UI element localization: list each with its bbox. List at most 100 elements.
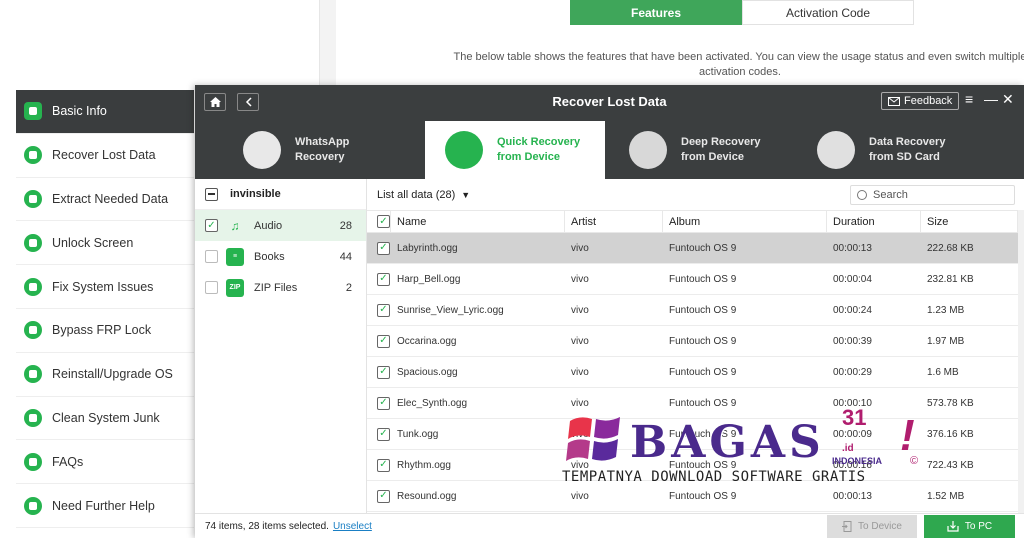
cell-artist: vivo [571, 304, 589, 316]
search-input[interactable]: Search [850, 185, 1015, 205]
sidebar-item[interactable]: Basic Info [16, 90, 194, 134]
category-count: 2 [345, 281, 352, 294]
cell-album: Funtouch OS 9 [669, 397, 737, 409]
sidebar-item[interactable]: Reinstall/Upgrade OS [16, 353, 194, 397]
row-checkbox[interactable]: ✓ [377, 396, 390, 410]
menu-icon[interactable]: ≡ [965, 91, 973, 107]
category-header-checkbox[interactable] [205, 187, 218, 201]
cell-duration: 00:00:39 [833, 335, 872, 347]
category-list: ✓ ♫ Audio 28 ≡ Books 44 ZIP ZIP Files 2 [195, 210, 366, 303]
close-icon[interactable]: ✕ [1002, 91, 1014, 108]
table-row[interactable]: ✓ Tunk.ogg vivo Funtouch OS 9 00:00:09 376.16… [367, 419, 1018, 450]
sidebar-item[interactable]: FAQs [16, 440, 194, 485]
book-icon: ≡ [226, 247, 244, 266]
table-row[interactable]: ✓ Harp_Bell.ogg vivo Funtouch OS 9 00:00:04 2… [367, 264, 1018, 295]
cell-name: Tunk.ogg [397, 428, 439, 440]
cell-duration: 00:00:09 [833, 428, 872, 440]
mode-label: WhatsApp Recovery [295, 135, 349, 165]
sidebar-item[interactable]: Need Further Help [16, 484, 194, 528]
row-checkbox[interactable]: ✓ [377, 365, 390, 379]
mode-tab[interactable]: Data Recovery from SD Card [797, 121, 977, 179]
to-device-button[interactable]: To Device [827, 515, 917, 538]
mode-line1: Deep Recovery [681, 136, 761, 148]
row-checkbox[interactable]: ✓ [377, 458, 390, 472]
sidebar-item-label: Recover Lost Data [52, 148, 156, 163]
minimize-icon[interactable]: — [984, 91, 998, 107]
sidebar-item[interactable]: Recover Lost Data [16, 134, 194, 178]
category-checkbox[interactable] [205, 250, 218, 263]
cell-artist: vivo [571, 428, 589, 440]
wrench-icon [24, 277, 42, 296]
mode-line2: from Device [497, 151, 560, 163]
sidebar-item-label: Bypass FRP Lock [52, 323, 152, 338]
row-checkbox[interactable]: ✓ [377, 303, 390, 317]
category-checkbox[interactable]: ✓ [205, 219, 218, 232]
cell-duration: 00:00:13 [833, 242, 872, 254]
row-select-cell: ✓ [367, 272, 391, 286]
category-item[interactable]: ✓ ♫ Audio 28 [195, 210, 366, 241]
row-checkbox[interactable]: ✓ [377, 272, 390, 286]
category-item[interactable]: ZIP ZIP Files 2 [195, 272, 366, 303]
table-row[interactable]: ✓ Rhythm.ogg vivo Funtouch OS 9 00:00:16 722.… [367, 450, 1018, 481]
mode-tab[interactable]: WhatsApp Recovery [223, 121, 403, 179]
sidebar-item-label: Extract Needed Data [52, 191, 169, 206]
sidebar-item[interactable]: Extract Needed Data [16, 178, 194, 222]
cell-album: Funtouch OS 9 [669, 366, 737, 378]
export-pc-icon [947, 521, 959, 532]
column-size[interactable]: Size [921, 210, 1018, 233]
table-row[interactable]: ✓ Resound.ogg vivo Funtouch OS 9 00:00:13 1.5… [367, 481, 1018, 512]
feedback-label: Feedback [904, 95, 953, 107]
mode-tab[interactable]: Quick Recovery from Device [425, 121, 605, 179]
mode-line2: from Device [681, 151, 744, 163]
cell-album: Funtouch OS 9 [669, 335, 737, 347]
feedback-button[interactable]: Feedback [881, 92, 960, 110]
row-checkbox[interactable]: ✓ [377, 241, 390, 255]
quick-recovery-icon [445, 131, 483, 169]
recover-window: Recover Lost Data Feedback ≡ — ✕ WhatsAp… [195, 85, 1024, 538]
export-device-icon [842, 521, 852, 532]
sidebar-item-label: Unlock Screen [52, 235, 134, 250]
category-panel: invinsible ✓ ♫ Audio 28 ≡ Books 44 ZIP ZIP Files… [195, 179, 367, 513]
table-row[interactable]: ✓ Elec_Synth.ogg vivo Funtouch OS 9 00:00:10… [367, 388, 1018, 419]
cell-album: Funtouch OS 9 [669, 459, 737, 471]
description-line-2: activation codes. [699, 66, 781, 78]
row-select-cell: ✓ [367, 489, 391, 503]
cell-album: Funtouch OS 9 [669, 242, 737, 254]
table-row[interactable]: ✓ Spacious.ogg vivo Funtouch OS 9 00:00:29 1.… [367, 357, 1018, 388]
row-checkbox[interactable]: ✓ [377, 334, 390, 348]
sidebar-item-label: Need Further Help [52, 498, 155, 513]
table-row[interactable]: ✓ Labyrinth.ogg vivo Funtouch OS 9 00:00:13 2… [367, 233, 1018, 264]
vertical-scrollbar[interactable] [1018, 210, 1024, 513]
select-all-checkbox[interactable]: ✓ [377, 215, 390, 228]
tab-features[interactable]: Features [570, 0, 742, 25]
mode-tab[interactable]: Deep Recovery from Device [609, 121, 789, 179]
broom-icon [24, 408, 42, 427]
sidebar-item[interactable]: Bypass FRP Lock [16, 309, 194, 353]
whatsapp-icon [243, 131, 281, 169]
sidebar-item[interactable]: Clean System Junk [16, 397, 194, 441]
cell-duration: 00:00:16 [833, 459, 872, 471]
mode-label: Data Recovery from SD Card [869, 135, 945, 165]
column-album[interactable]: Album [663, 210, 827, 233]
search-icon [857, 190, 867, 200]
category-item[interactable]: ≡ Books 44 [195, 241, 366, 272]
column-duration[interactable]: Duration [827, 210, 921, 233]
to-pc-button[interactable]: To PC [924, 515, 1015, 538]
sidebar-item[interactable]: Unlock Screen [16, 221, 194, 266]
extract-icon [24, 189, 42, 208]
table-row[interactable]: ✓ Sunrise_View_Lyric.ogg vivo Funtouch OS 9… [367, 295, 1018, 326]
cell-name: Spacious.ogg [397, 366, 458, 378]
table-row[interactable]: ✓ Occarina.ogg vivo Funtouch OS 9 00:00:39 1.… [367, 326, 1018, 357]
column-name[interactable]: Name [391, 210, 565, 233]
row-checkbox[interactable]: ✓ [377, 489, 390, 503]
unselect-link[interactable]: Unselect [333, 521, 372, 532]
row-checkbox[interactable]: ✓ [377, 427, 390, 441]
mode-line1: Quick Recovery [497, 136, 581, 148]
sidebar-item[interactable]: Fix System Issues [16, 265, 194, 309]
row-select-cell: ✓ [367, 241, 391, 255]
column-artist[interactable]: Artist [565, 210, 663, 233]
category-checkbox[interactable] [205, 281, 218, 294]
mode-line2: from SD Card [869, 151, 940, 163]
tab-activation-code[interactable]: Activation Code [742, 0, 914, 25]
cell-album: Funtouch OS 9 [669, 490, 737, 502]
